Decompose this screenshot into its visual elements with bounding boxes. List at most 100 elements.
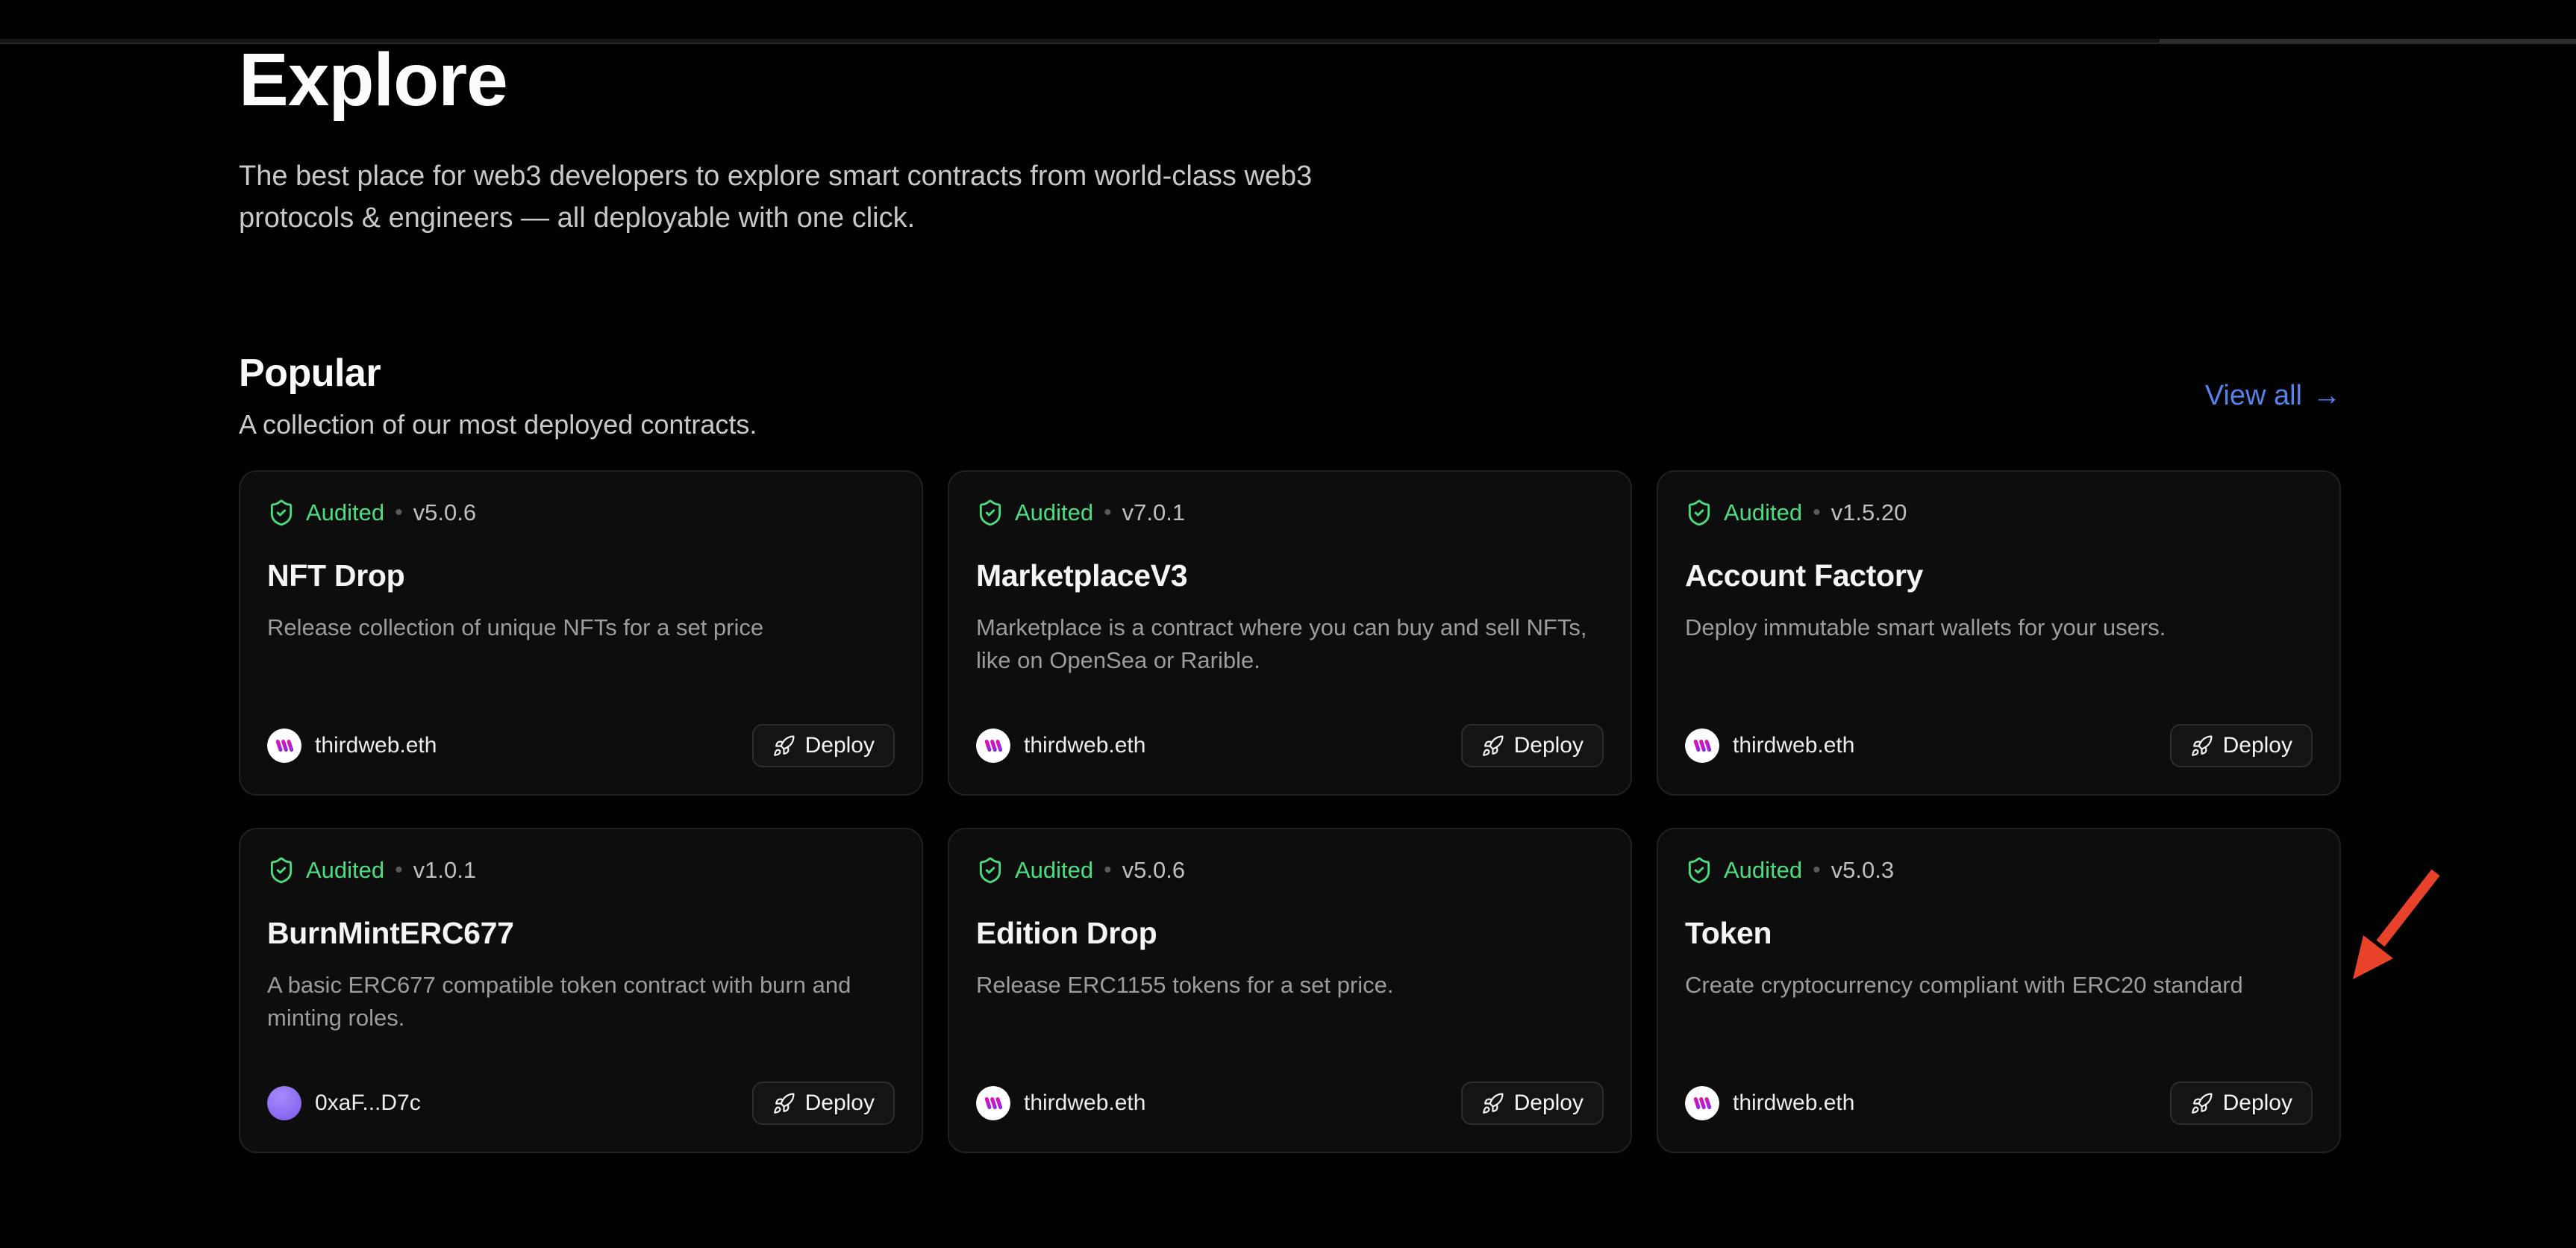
popular-description: A collection of our most deployed contra… — [239, 409, 757, 440]
thirdweb-avatar-icon — [976, 1086, 1010, 1120]
contract-card-marketplacev3[interactable]: Audited • v7.0.1 MarketplaceV3 Marketpla… — [948, 470, 1632, 796]
rocket-icon — [1481, 734, 1504, 758]
audited-badge: Audited — [1015, 857, 1093, 884]
rocket-icon — [2190, 1092, 2213, 1115]
dot-separator: • — [1104, 500, 1112, 525]
version-label: v1.0.1 — [413, 857, 476, 884]
shield-check-icon — [1685, 499, 1713, 527]
card-footer: thirdweb.eth Deploy — [1685, 724, 2313, 767]
deploy-label: Deploy — [805, 1091, 875, 1116]
thirdweb-avatar-icon — [267, 728, 301, 763]
annotation-arrow-icon — [2342, 862, 2450, 990]
version-label: v5.0.6 — [1122, 857, 1185, 884]
contract-description: Deploy immutable smart wallets for your … — [1685, 611, 2304, 644]
shield-check-icon — [1685, 856, 1713, 884]
popular-cards-grid: Audited • v5.0.6 NFT Drop Release collec… — [239, 470, 2341, 1153]
publisher-name: thirdweb.eth — [315, 733, 437, 758]
deploy-button[interactable]: Deploy — [2170, 724, 2313, 767]
version-label: v5.0.6 — [413, 499, 476, 526]
contract-description: Release collection of unique NFTs for a … — [267, 611, 887, 644]
contract-description: Marketplace is a contract where you can … — [976, 611, 1595, 677]
publisher-name: thirdweb.eth — [1024, 733, 1145, 758]
publisher-link[interactable]: thirdweb.eth — [1685, 1086, 1854, 1120]
contract-title: BurnMintERC677 — [267, 916, 895, 951]
contract-title: NFT Drop — [267, 558, 895, 593]
contract-description: A basic ERC677 compatible token contract… — [267, 969, 887, 1035]
deploy-label: Deploy — [805, 733, 875, 758]
badge-row: Audited • v5.0.6 — [976, 856, 1604, 884]
deploy-button[interactable]: Deploy — [752, 724, 895, 767]
explore-page: Explore The best place for web3 develope… — [239, 39, 2341, 1153]
rocket-icon — [772, 1092, 795, 1115]
dot-separator: • — [1813, 500, 1821, 525]
popular-section-header: Popular A collection of our most deploye… — [239, 351, 2341, 440]
popular-heading: Popular — [239, 351, 757, 396]
version-label: v7.0.1 — [1122, 499, 1185, 526]
publisher-link[interactable]: thirdweb.eth — [267, 728, 437, 763]
thirdweb-avatar-icon — [976, 728, 1010, 763]
card-footer: thirdweb.eth Deploy — [1685, 1082, 2313, 1125]
rocket-icon — [772, 734, 795, 758]
publisher-name: thirdweb.eth — [1733, 1091, 1854, 1116]
publisher-avatar-icon — [267, 1086, 301, 1120]
publisher-link[interactable]: thirdweb.eth — [976, 728, 1145, 763]
contract-title: Edition Drop — [976, 916, 1604, 951]
page-title: Explore — [239, 39, 2341, 121]
contract-description: Release ERC1155 tokens for a set price. — [976, 969, 1595, 1002]
arrow-right-icon: → — [2313, 380, 2341, 412]
publisher-link[interactable]: thirdweb.eth — [1685, 728, 1854, 763]
contract-card-edition-drop[interactable]: Audited • v5.0.6 Edition Drop Release ER… — [948, 828, 1632, 1153]
contract-card-nft-drop[interactable]: Audited • v5.0.6 NFT Drop Release collec… — [239, 470, 923, 796]
deploy-label: Deploy — [2223, 1091, 2292, 1116]
thirdweb-avatar-icon — [1685, 1086, 1719, 1120]
publisher-name: thirdweb.eth — [1024, 1091, 1145, 1116]
rocket-icon — [2190, 734, 2213, 758]
badge-row: Audited • v7.0.1 — [976, 499, 1604, 527]
deploy-button[interactable]: Deploy — [752, 1082, 895, 1125]
card-footer: thirdweb.eth Deploy — [267, 724, 895, 767]
shield-check-icon — [267, 856, 296, 884]
dot-separator: • — [1104, 858, 1112, 883]
shield-check-icon — [976, 499, 1004, 527]
audited-badge: Audited — [1724, 499, 1802, 526]
version-label: v1.5.20 — [1831, 499, 1907, 526]
shield-check-icon — [976, 856, 1004, 884]
deploy-label: Deploy — [1514, 733, 1584, 758]
deploy-label: Deploy — [1514, 1091, 1584, 1116]
contract-title: Account Factory — [1685, 558, 2313, 593]
dot-separator: • — [1813, 858, 1821, 883]
card-footer: 0xaF...D7c Deploy — [267, 1082, 895, 1125]
shield-check-icon — [267, 499, 296, 527]
badge-row: Audited • v5.0.6 — [267, 499, 895, 527]
popular-section-text: Popular A collection of our most deploye… — [239, 351, 757, 440]
rocket-icon — [1481, 1092, 1504, 1115]
publisher-name: thirdweb.eth — [1733, 733, 1854, 758]
deploy-button[interactable]: Deploy — [1461, 724, 1604, 767]
contract-card-token[interactable]: Audited • v5.0.3 Token Create cryptocurr… — [1657, 828, 2341, 1153]
audited-badge: Audited — [306, 857, 384, 884]
publisher-link[interactable]: thirdweb.eth — [976, 1086, 1145, 1120]
version-label: v5.0.3 — [1831, 857, 1894, 884]
card-footer: thirdweb.eth Deploy — [976, 1082, 1604, 1125]
card-footer: thirdweb.eth Deploy — [976, 724, 1604, 767]
deploy-button[interactable]: Deploy — [1461, 1082, 1604, 1125]
contract-card-burnminterc677[interactable]: Audited • v1.0.1 BurnMintERC677 A basic … — [239, 828, 923, 1153]
contract-description: Create cryptocurrency compliant with ERC… — [1685, 969, 2304, 1002]
publisher-link[interactable]: 0xaF...D7c — [267, 1086, 421, 1120]
badge-row: Audited • v1.0.1 — [267, 856, 895, 884]
audited-badge: Audited — [1724, 857, 1802, 884]
audited-badge: Audited — [306, 499, 384, 526]
deploy-label: Deploy — [2223, 733, 2292, 758]
thirdweb-avatar-icon — [1685, 728, 1719, 763]
deploy-button[interactable]: Deploy — [2170, 1082, 2313, 1125]
audited-badge: Audited — [1015, 499, 1093, 526]
badge-row: Audited • v5.0.3 — [1685, 856, 2313, 884]
contract-card-account-factory[interactable]: Audited • v1.5.20 Account Factory Deploy… — [1657, 470, 2341, 796]
view-all-link[interactable]: View all → — [2205, 380, 2341, 412]
dot-separator: • — [395, 500, 403, 525]
dot-separator: • — [395, 858, 403, 883]
page-subtitle: The best place for web3 developers to ex… — [239, 155, 1358, 239]
view-all-label: View all — [2205, 380, 2302, 412]
publisher-name: 0xaF...D7c — [315, 1091, 421, 1116]
contract-title: Token — [1685, 916, 2313, 951]
